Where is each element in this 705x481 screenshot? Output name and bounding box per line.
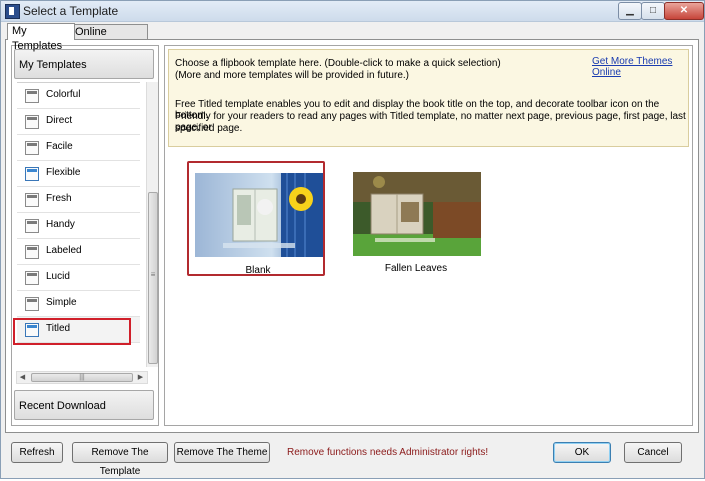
select-template-dialog: Select a Template ▁ □ ✕ My Templates Onl… <box>0 0 705 479</box>
info-line: specified page. <box>175 123 243 134</box>
maximize-icon: □ <box>649 5 657 16</box>
info-line: Friendly for your readers to read any pa… <box>175 111 686 133</box>
template-icon <box>25 167 39 181</box>
tab-online-templates[interactable]: Online Templates <box>70 24 148 53</box>
template-icon <box>25 219 39 233</box>
template-caption: Fallen Leaves <box>384 263 448 274</box>
list-item-label: Colorful <box>46 89 81 100</box>
scroll-right-icon[interactable]: ▶ <box>136 373 145 382</box>
list-item-labeled[interactable]: Labeled <box>17 239 140 265</box>
list-item-label: Lucid <box>46 271 70 282</box>
window-title: Select a Template <box>23 4 119 18</box>
template-thumbnail-blank <box>195 173 323 257</box>
refresh-button[interactable]: Refresh <box>11 442 63 463</box>
template-card-blank[interactable]: Blank <box>187 161 325 276</box>
list-item-lucid[interactable]: Lucid <box>17 265 140 291</box>
info-line: Choose a flipbook template here. (Double… <box>175 58 501 69</box>
template-icon <box>25 115 39 129</box>
template-card-fallen-leaves[interactable]: Fallen Leaves <box>347 163 487 278</box>
tab-my-templates[interactable]: My Templates <box>7 23 75 52</box>
list-item-label: Labeled <box>46 245 82 256</box>
template-icon <box>25 245 39 259</box>
list-item-direct[interactable]: Direct <box>17 109 140 135</box>
admin-rights-warning: Remove functions needs Administrator rig… <box>287 447 489 458</box>
template-icon <box>25 141 39 155</box>
get-more-themes-link[interactable]: Get More Themes Online <box>592 56 688 78</box>
list-item-label: Flexible <box>46 167 81 178</box>
template-icon <box>25 297 39 311</box>
template-category-panel: My Templates Colorful Direct Facile Flex… <box>11 45 159 426</box>
list-item-colorful[interactable]: Colorful <box>17 83 140 109</box>
app-icon <box>5 4 20 19</box>
remove-theme-button[interactable]: Remove The Theme <box>174 442 270 463</box>
list-item-label: Simple <box>46 297 77 308</box>
list-item-facile[interactable]: Facile <box>17 135 140 161</box>
template-preview-panel: Choose a flipbook template here. (Double… <box>164 45 693 426</box>
template-icon <box>25 193 39 207</box>
title-bar[interactable]: Select a Template ▁ □ ✕ <box>1 1 704 22</box>
list-item-flexible[interactable]: Flexible <box>17 161 140 187</box>
cancel-button[interactable]: Cancel <box>624 442 682 463</box>
info-line: (More and more templates will be provide… <box>175 70 409 81</box>
scrollbar-thumb[interactable]: ≡ <box>148 192 158 364</box>
list-item-label: Handy <box>46 219 75 230</box>
template-thumbnail-fallen-leaves <box>353 172 481 256</box>
recent-download-group-button[interactable]: Recent Download <box>14 390 154 420</box>
info-box: Choose a flipbook template here. (Double… <box>168 49 689 147</box>
template-caption: Blank <box>245 265 271 276</box>
list-item-simple[interactable]: Simple <box>17 291 140 317</box>
list-item-fresh[interactable]: Fresh <box>17 187 140 213</box>
close-button[interactable]: ✕ <box>664 2 704 20</box>
list-item-label: Facile <box>46 141 73 152</box>
scroll-left-icon[interactable]: ◀ <box>18 373 27 382</box>
horizontal-scrollbar[interactable]: ◀ ||| ▶ <box>16 371 148 384</box>
vertical-scrollbar[interactable]: ≡ <box>146 82 158 367</box>
scrollbar-thumb[interactable]: ||| <box>31 373 133 382</box>
ok-button[interactable]: OK <box>553 442 611 463</box>
maximize-button[interactable]: □ <box>641 2 665 20</box>
minimize-icon: ▁ <box>626 5 634 16</box>
grip-icon: ≡ <box>150 270 156 279</box>
bottom-button-bar: Refresh Remove The Template Remove The T… <box>1 433 704 478</box>
template-icon <box>25 89 39 103</box>
list-item-handy[interactable]: Handy <box>17 213 140 239</box>
remove-template-button[interactable]: Remove The Template <box>72 442 168 477</box>
list-item-label: Fresh <box>46 193 72 204</box>
selected-item-highlight <box>13 318 131 345</box>
minimize-button[interactable]: ▁ <box>618 2 642 20</box>
close-icon: ✕ <box>679 5 689 16</box>
template-icon <box>25 271 39 285</box>
list-item-label: Direct <box>46 115 73 126</box>
